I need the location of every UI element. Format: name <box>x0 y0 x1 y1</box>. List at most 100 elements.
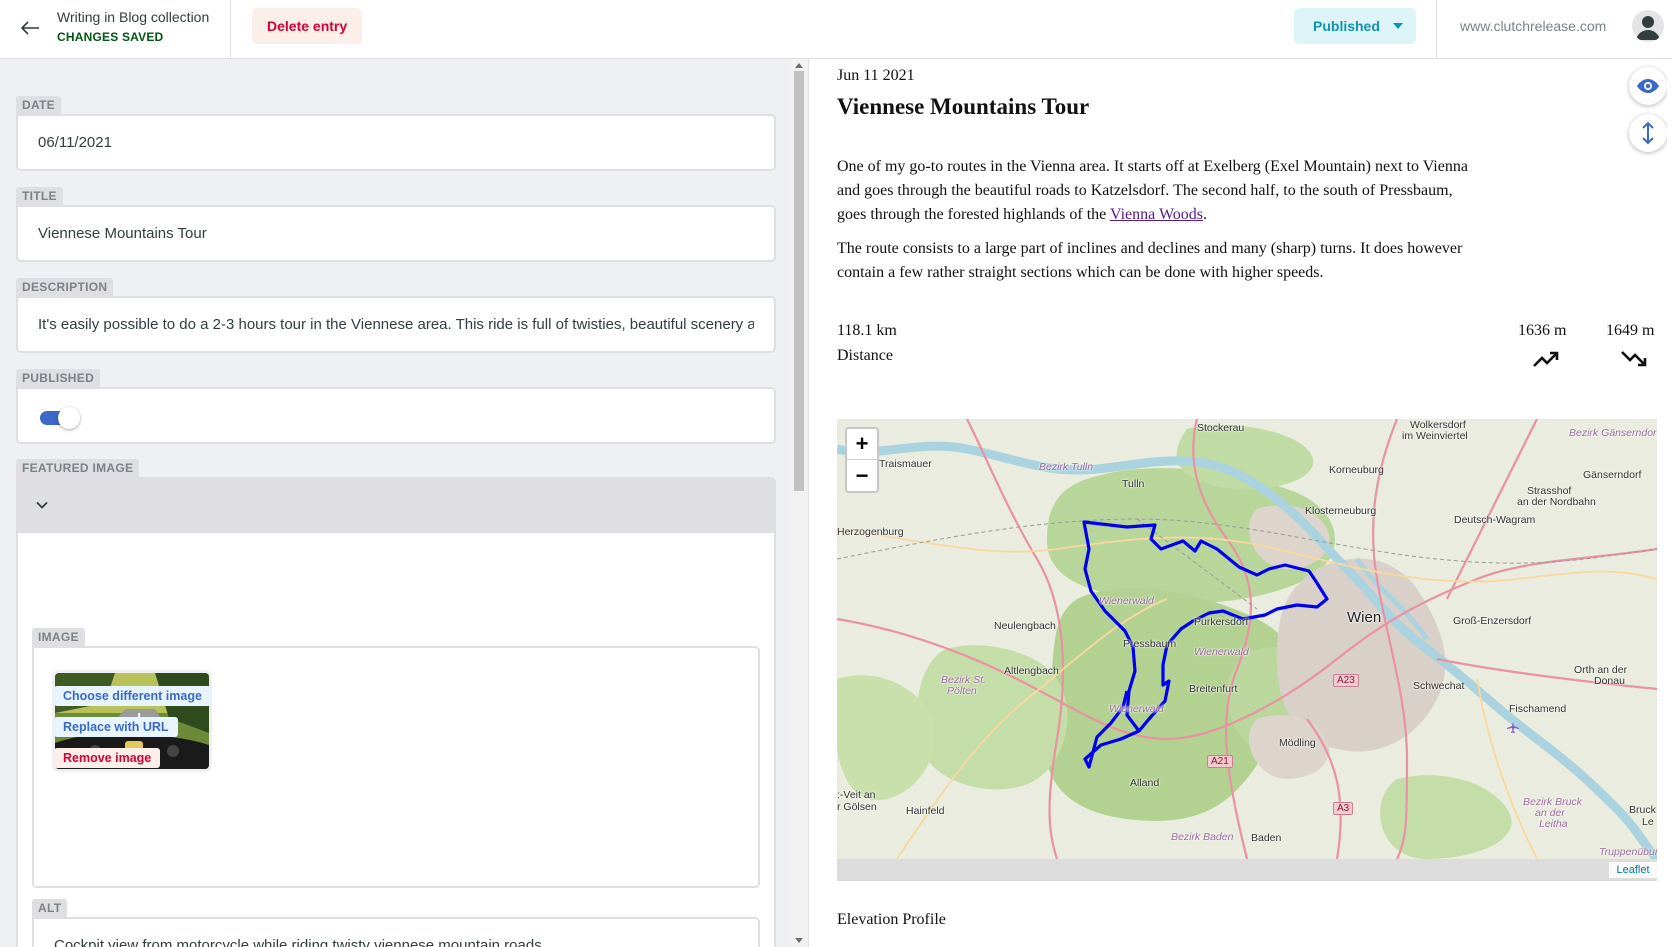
arrow-left-icon <box>20 21 39 35</box>
description-field[interactable]: It's easily possible to do a 2-3 hours t… <box>16 296 776 353</box>
title-input[interactable]: Viennese Mountains Tour <box>38 207 754 260</box>
map-label-baden: Baden <box>1251 832 1282 844</box>
route-map[interactable]: Stockerau Wolkersdorf im Weinviertel Bez… <box>837 419 1657 859</box>
toolbar-divider <box>1436 0 1437 59</box>
map-label-pressbaum: Pressbaum <box>1123 638 1177 650</box>
map-label-im-weinviertel: im Weinviertel <box>1402 430 1468 442</box>
date-field[interactable]: 06/11/2021 <box>16 114 776 171</box>
editor-toolbar: Writing in Blog collection CHANGES SAVED… <box>0 0 1672 59</box>
map-label-wienerwald: Wienerwald <box>1109 703 1164 715</box>
trending-down-icon <box>1621 351 1647 367</box>
site-url-link[interactable]: www.clutchrelease.com <box>1460 18 1606 34</box>
map-label-poelten: Pölten <box>947 685 977 697</box>
caret-down-icon <box>1393 23 1403 29</box>
published-toggle[interactable] <box>40 405 80 431</box>
map-label-stockerau: Stockerau <box>1197 422 1245 434</box>
map-label-gross-enzersdorf: Groß-Enzersdorf <box>1453 615 1532 627</box>
descent-value: 1649 m <box>1606 322 1655 339</box>
map-label-wienerwald: Wienerwald <box>1194 646 1249 658</box>
remove-image-button[interactable]: Remove image <box>54 748 161 768</box>
toggle-knob <box>58 407 80 429</box>
leaflet-attribution-link[interactable]: Leaflet <box>1609 862 1657 878</box>
eye-icon <box>1637 79 1659 93</box>
elevation-profile-heading: Elevation Profile <box>837 911 946 928</box>
map-label-donau: Donau <box>1594 675 1625 687</box>
published-label: PUBLISHED <box>16 369 101 387</box>
map-label-fischamend: Fischamend <box>1509 703 1567 715</box>
replace-with-url-button[interactable]: Replace with URL <box>54 717 178 737</box>
map-label-le: Le <box>1642 816 1654 828</box>
map-label-bruck: Bruck <box>1629 804 1656 816</box>
road-badge-a21: A21 <box>1207 755 1233 768</box>
map-label-schwechat: Schwechat <box>1413 680 1465 692</box>
toggle-preview-button[interactable] <box>1629 67 1667 105</box>
preview-paragraph-1: One of my go-to routes in the Vienna are… <box>837 155 1477 227</box>
alt-label: ALT <box>32 899 68 917</box>
map-label-gaenserndorf: Gänserndorf <box>1583 469 1642 481</box>
map-label-hainfeld: Hainfeld <box>906 805 945 817</box>
map-zoom-control: + − <box>845 427 879 493</box>
ascent-value: 1636 m <box>1518 322 1567 339</box>
description-label: DESCRIPTION <box>16 278 114 296</box>
airport-icon <box>1507 722 1519 733</box>
map-label-bezirk-baden: Bezirk Baden <box>1171 831 1234 843</box>
choose-different-image-button[interactable]: Choose different image <box>54 686 211 706</box>
zoom-in-button[interactable]: + <box>847 429 877 460</box>
map-label-neulengbach: Neulengbach <box>994 620 1056 632</box>
description-input[interactable]: It's easily possible to do a 2-3 hours t… <box>38 298 754 351</box>
trending-up-icon <box>1533 351 1559 367</box>
title-label: TITLE <box>16 187 63 205</box>
vienna-woods-link[interactable]: Vienna Woods <box>1110 206 1203 223</box>
map-label-an-der-nordbahn: an der Nordbahn <box>1517 496 1596 508</box>
map-label-deutsch-wagram: Deutsch-Wagram <box>1454 514 1536 526</box>
paragraph-text: . <box>1202 206 1207 223</box>
map-label-korneuburg: Korneuburg <box>1329 464 1384 476</box>
preview-pane: Jun 11 2021 Viennese Mountains Tour One … <box>808 59 1672 947</box>
scroll-thumb[interactable] <box>794 71 804 491</box>
map-label-veit-an: :-Veit an <box>837 789 876 801</box>
map-label-altlengbach: Altlengbach <box>1004 665 1059 677</box>
map-label-golsen: r Gölsen <box>837 801 877 813</box>
preview-paragraph-2: The route consists to a large part of in… <box>837 240 1463 281</box>
alt-input[interactable]: Cockpit view from motorcycle while ridin… <box>54 919 738 947</box>
preview-date: Jun 11 2021 <box>837 67 915 84</box>
preview-scrollbar[interactable] <box>1667 59 1672 947</box>
map-label-moedling: Mödling <box>1279 737 1316 749</box>
publish-status-dropdown[interactable]: Published <box>1294 8 1416 44</box>
featured-image-label: FEATURED IMAGE <box>16 459 140 477</box>
collection-title: Writing in Blog collection <box>57 9 210 25</box>
map-label-bezirk-tulln: Bezirk Tulln <box>1039 461 1094 473</box>
map-label-leitha: Leitha <box>1539 818 1568 830</box>
zoom-out-button[interactable]: − <box>847 460 877 491</box>
map-label-alland: Alland <box>1130 777 1160 789</box>
sync-scroll-button[interactable] <box>1629 114 1667 152</box>
scroll-up-arrow[interactable] <box>795 63 803 68</box>
title-field[interactable]: Viennese Mountains Tour <box>16 205 776 262</box>
map-label-wien: Wien <box>1347 609 1382 626</box>
image-label: IMAGE <box>32 628 85 646</box>
date-label: DATE <box>16 96 61 114</box>
map-label-wienerwald: Wienerwald <box>1099 595 1154 607</box>
map-label-klosterneuburg: Klosterneuburg <box>1305 505 1377 517</box>
map-label-breitenfurt: Breitenfurt <box>1189 683 1238 695</box>
map-label-purkersdorf: Purkersdorf <box>1194 616 1249 628</box>
back-button[interactable] <box>12 10 48 46</box>
map-label-truppenuebung: Truppenübun <box>1599 846 1657 858</box>
delete-entry-button[interactable]: Delete entry <box>252 8 363 44</box>
toolbar-divider <box>230 0 231 59</box>
distance-label: Distance <box>837 347 893 364</box>
alt-field[interactable]: Cockpit view from motorcycle while ridin… <box>32 917 760 947</box>
map-label-bezirk-gaenserndorf: Bezirk Gänserndorf <box>1569 427 1657 439</box>
distance-value: 118.1 km <box>837 322 897 339</box>
preview-title: Viennese Mountains Tour <box>837 94 1090 119</box>
map-label-herzogenburg: Herzogenburg <box>837 526 904 538</box>
featured-image-collapse-header[interactable] <box>16 477 776 533</box>
scroll-down-arrow[interactable] <box>795 938 803 943</box>
chevron-down-icon[interactable] <box>34 497 50 513</box>
user-avatar-icon[interactable] <box>1632 10 1664 42</box>
published-field <box>16 387 776 444</box>
road-badge-a23: A23 <box>1333 674 1359 687</box>
save-status: CHANGES SAVED <box>57 30 164 44</box>
editor-scrollbar[interactable] <box>790 59 808 947</box>
date-input[interactable]: 06/11/2021 <box>38 116 754 169</box>
